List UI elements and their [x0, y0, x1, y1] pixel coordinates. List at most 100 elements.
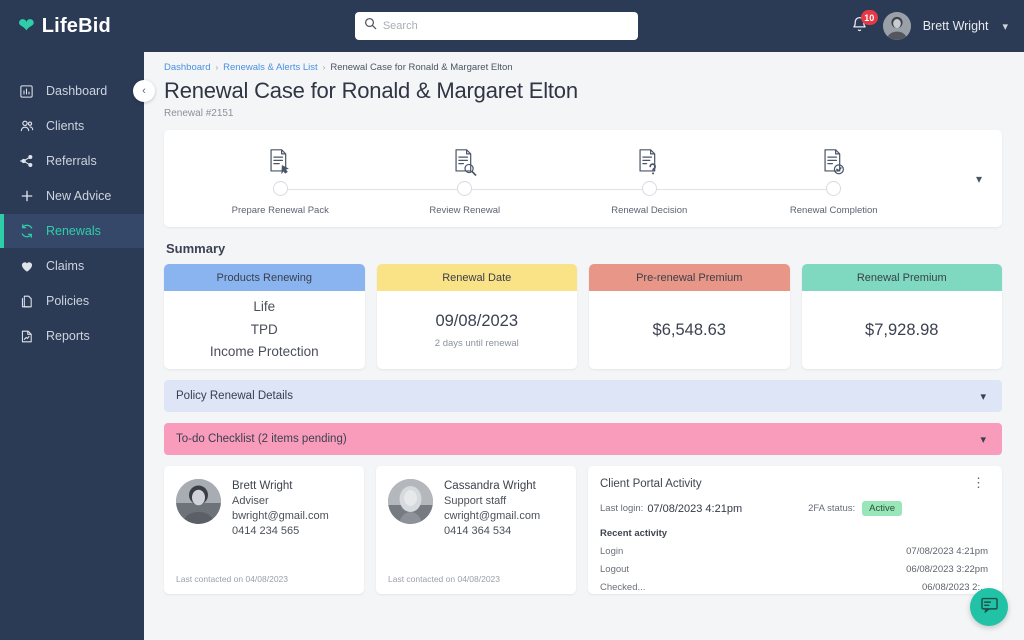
- stepper-connector: [741, 180, 927, 198]
- page-title: Renewal Case for Ronald & Margaret Elton: [164, 78, 578, 103]
- sidebar-item-label: New Advice: [46, 189, 112, 203]
- contact-email[interactable]: bwright@gmail.com: [232, 510, 329, 522]
- stepper-dot: [641, 181, 657, 196]
- stepper-step[interactable]: Prepare Renewal Pack: [188, 142, 373, 216]
- notifications-button[interactable]: 10: [849, 10, 878, 38]
- accordion-policy-renewal-details[interactable]: Policy Renewal Details ▾: [164, 380, 1002, 412]
- search-box[interactable]: [354, 12, 638, 40]
- contact-phone[interactable]: 0414 234 565: [232, 525, 329, 537]
- avatar: [388, 479, 433, 524]
- activity-action: Logout: [600, 564, 630, 575]
- user-name: Brett Wright: [922, 19, 989, 33]
- chevron-down-icon: ▾: [980, 433, 986, 446]
- page-subtitle: Renewal #2151: [164, 108, 234, 119]
- summary-card-body: $7,928.98: [802, 291, 1003, 369]
- contact-top: Brett Wright Adviser bwright@gmail.com 0…: [176, 479, 352, 537]
- summary-card-renewal-date: Renewal Date 09/08/2023 2 days until ren…: [376, 264, 577, 369]
- twofa-label: 2FA status:: [808, 503, 856, 514]
- contact-last-contacted: Last contacted on 04/08/2023: [176, 574, 289, 584]
- heart-icon: ❤: [18, 15, 35, 37]
- contact-phone[interactable]: 0414 364 534: [444, 525, 540, 537]
- body: Dashboard Clients Referrals New Advice R…: [0, 52, 1024, 640]
- accordion-label: To-do Checklist: [176, 433, 255, 445]
- search-icon: [364, 17, 377, 35]
- portal-header: Client Portal Activity ⋮: [600, 476, 988, 490]
- accordion-label: Policy Renewal Details: [176, 390, 293, 402]
- sidebar-item-label: Reports: [46, 329, 90, 343]
- twofa-status-group: 2FA status: Active: [808, 501, 902, 516]
- sidebar-item-dashboard[interactable]: Dashboard: [0, 74, 144, 108]
- sidebar-item-referrals[interactable]: Referrals: [0, 144, 144, 178]
- sidebar-item-clients[interactable]: Clients: [0, 109, 144, 143]
- users-icon: [18, 118, 35, 135]
- sidebar-item-label: Renewals: [46, 224, 101, 238]
- sidebar: Dashboard Clients Referrals New Advice R…: [0, 52, 155, 640]
- sidebar-item-label: Referrals: [46, 154, 97, 168]
- sidebar-item-label: Clients: [46, 119, 85, 133]
- search-area: [144, 12, 849, 40]
- breadcrumb-current: Renewal Case for Ronald & Margaret Elton: [330, 62, 513, 73]
- notification-count-badge: 10: [860, 10, 878, 25]
- contact-details: Brett Wright Adviser bwright@gmail.com 0…: [232, 479, 329, 537]
- stepper-expand-button[interactable]: ▾: [956, 172, 1002, 186]
- recent-activity-heading: Recent activity: [600, 528, 668, 539]
- chat-icon: [980, 595, 999, 619]
- stepper-line: [741, 188, 834, 190]
- stepper-step[interactable]: Renewal Completion: [741, 142, 927, 216]
- sidebar-item-label: Claims: [46, 259, 85, 273]
- breadcrumb-item-dashboard[interactable]: Dashboard: [164, 62, 210, 73]
- avatar[interactable]: [882, 12, 911, 40]
- sidebar-item-label: Dashboard: [46, 84, 108, 98]
- breadcrumb-item-renewals[interactable]: Renewals & Alerts List: [223, 62, 318, 73]
- chat-button[interactable]: [970, 588, 1008, 626]
- summary-card-value: 09/08/2023: [435, 311, 519, 330]
- product-item: Life: [253, 298, 276, 314]
- product-item: TPD: [250, 321, 278, 337]
- stepper-dot: [457, 181, 473, 196]
- accordion-todo-checklist[interactable]: To-do Checklist (2 items pending) ▾: [164, 423, 1002, 455]
- document-check-icon: [821, 142, 847, 176]
- activity-action: Checked...: [600, 582, 646, 593]
- contact-role: Support staff: [444, 495, 507, 507]
- summary-card-products-renewing: Products Renewing Life TPD Income Protec…: [164, 264, 365, 369]
- client-portal-activity-card: Client Portal Activity ⋮ Last login: 07/…: [588, 466, 1002, 594]
- chevron-down-icon[interactable]: ▾: [1002, 20, 1008, 33]
- accordion-count: (2 items pending): [257, 433, 347, 445]
- stepper-label: Renewal Completion: [789, 204, 878, 216]
- brand-name: LifeBid: [41, 14, 111, 37]
- main-content: Dashboard › Renewals & Alerts List › Ren…: [144, 52, 1024, 640]
- copy-icon: [18, 293, 35, 310]
- stepper-connector: [557, 180, 742, 198]
- summary-card-header: Renewal Date: [376, 264, 577, 291]
- document-search-icon: [452, 142, 478, 176]
- breadcrumb-separator: ›: [322, 63, 326, 72]
- sidebar-item-policies[interactable]: Policies: [0, 284, 144, 318]
- stepper-step[interactable]: Review Renewal: [372, 142, 557, 216]
- sidebar-item-new-advice[interactable]: New Advice: [0, 179, 144, 213]
- refresh-icon: [18, 223, 35, 240]
- status-badge: Active: [862, 501, 902, 516]
- stepper-step[interactable]: Renewal Decision: [557, 142, 742, 216]
- summary-card-header: Products Renewing: [164, 264, 365, 291]
- bottom-section: Brett Wright Adviser bwright@gmail.com 0…: [164, 466, 1002, 594]
- avatar: [176, 479, 221, 524]
- sidebar-item-renewals[interactable]: Renewals: [0, 214, 144, 248]
- contact-role: Adviser: [232, 495, 269, 507]
- activity-action: Login: [600, 546, 624, 557]
- search-input[interactable]: [382, 20, 629, 32]
- portal-meta: Last login: 07/08/2023 4:21pm 2FA status…: [600, 501, 988, 516]
- sidebar-collapse-button[interactable]: ‹: [133, 80, 155, 102]
- summary-card-renewal-premium: Renewal Premium $7,928.98: [801, 264, 1003, 369]
- stepper-label: Prepare Renewal Pack: [231, 204, 329, 216]
- sidebar-item-reports[interactable]: Reports: [0, 319, 144, 353]
- sidebar-item-label: Policies: [46, 294, 90, 308]
- summary-card-pre-renewal-premium: Pre-renewal Premium $6,548.63: [589, 264, 790, 369]
- summary-card-value: $7,928.98: [865, 320, 939, 339]
- contact-top: Cassandra Wright Support staff cwright@g…: [388, 479, 564, 537]
- contact-email[interactable]: cwright@gmail.com: [444, 510, 540, 522]
- stepper-label: Renewal Decision: [611, 204, 688, 216]
- kebab-menu-icon[interactable]: ⋮: [969, 476, 988, 489]
- document-question-icon: [636, 142, 662, 176]
- sidebar-item-claims[interactable]: Claims: [0, 249, 144, 283]
- brand-logo[interactable]: ❤ LifeBid: [0, 15, 144, 38]
